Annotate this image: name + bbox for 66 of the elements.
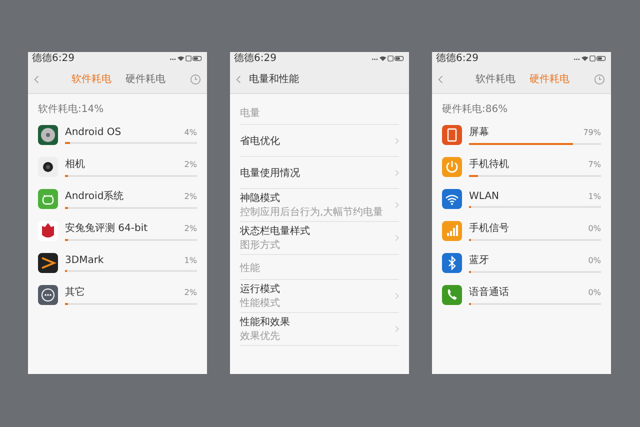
app-name: 3DMark [65, 254, 104, 266]
app-name: 安兔兔评测 64-bit [65, 222, 148, 235]
chevrons-app-icon [38, 253, 58, 273]
chevron-right-icon [395, 292, 399, 300]
phone-app-icon [442, 285, 462, 305]
status-icons [371, 55, 405, 62]
app-name: 蓝牙 [469, 254, 489, 267]
wifi-app-icon [442, 189, 462, 209]
settings-item[interactable]: 状态栏电量样式 图形方式 [240, 222, 399, 255]
signal-app-icon [442, 221, 462, 241]
usage-summary: 硬件耗电:86% [442, 102, 509, 117]
status-time: 德德6:29 [436, 52, 478, 64]
usage-percent: 0% [588, 224, 601, 233]
flame-app-icon [38, 221, 58, 241]
screen-title: 电量和性能 [249, 72, 299, 86]
usage-percent: 79% [583, 128, 601, 137]
settings-item[interactable]: 省电优化 [240, 125, 399, 157]
dots-app-icon [38, 285, 58, 305]
usage-percent: 4% [184, 128, 197, 136]
status-time: 德德6:29 [234, 52, 276, 64]
usage-percent: 0% [588, 288, 601, 297]
chevron-right-icon [395, 325, 399, 333]
app-name: 屏幕 [469, 126, 489, 139]
robot-app-icon [38, 189, 58, 209]
status-time: 德德6:29 [32, 52, 74, 64]
usage-percent: 1% [184, 256, 197, 264]
app-name: 相机 [65, 158, 85, 171]
app-name: WLAN [469, 190, 500, 202]
settings-item[interactable]: 性能和效果 效果优先 [240, 313, 399, 346]
app-name: 手机信号 [469, 222, 509, 235]
power-app-icon [442, 157, 462, 177]
status-icons [573, 55, 607, 62]
bluetooth-app-icon [442, 253, 462, 273]
tab[interactable]: 软件耗电 [476, 72, 516, 86]
app-name: 语音通话 [469, 286, 509, 299]
usage-summary: 软件耗电:14% [38, 102, 105, 117]
tablet-app-icon [442, 125, 462, 145]
usage-percent: 7% [588, 160, 601, 169]
section-header: 性能 [240, 255, 399, 280]
chevron-right-icon [395, 136, 399, 144]
usage-percent: 2% [184, 224, 197, 233]
app-name: Android OS [65, 126, 122, 138]
section-header: 电量 [240, 100, 399, 125]
camera-app-icon [38, 157, 58, 177]
usage-percent: 0% [588, 256, 601, 265]
usage-percent: 1% [588, 192, 601, 200]
app-name: 其它 [65, 286, 85, 299]
status-icons [169, 55, 203, 62]
chevron-right-icon [395, 201, 399, 209]
back-icon[interactable] [34, 74, 39, 84]
settings-item[interactable]: 运行模式 性能模式 [240, 280, 399, 313]
app-name: 手机待机 [469, 158, 509, 171]
clock-icon[interactable] [190, 74, 201, 84]
settings-item[interactable]: 电量使用情况 [240, 157, 399, 189]
usage-percent: 2% [184, 288, 197, 297]
back-icon[interactable] [236, 74, 241, 84]
tab[interactable]: 硬件耗电 [126, 72, 166, 86]
usage-percent: 2% [184, 192, 197, 201]
chevron-right-icon [395, 234, 399, 242]
app-name: Android系统 [65, 190, 124, 203]
disc-app-icon [38, 125, 58, 145]
chevron-right-icon [395, 168, 399, 176]
back-icon[interactable] [438, 74, 443, 84]
clock-icon[interactable] [594, 74, 605, 84]
usage-percent: 2% [184, 160, 197, 169]
settings-item[interactable]: 神隐模式 控制应用后台行为,大幅节约电量 [240, 189, 399, 222]
